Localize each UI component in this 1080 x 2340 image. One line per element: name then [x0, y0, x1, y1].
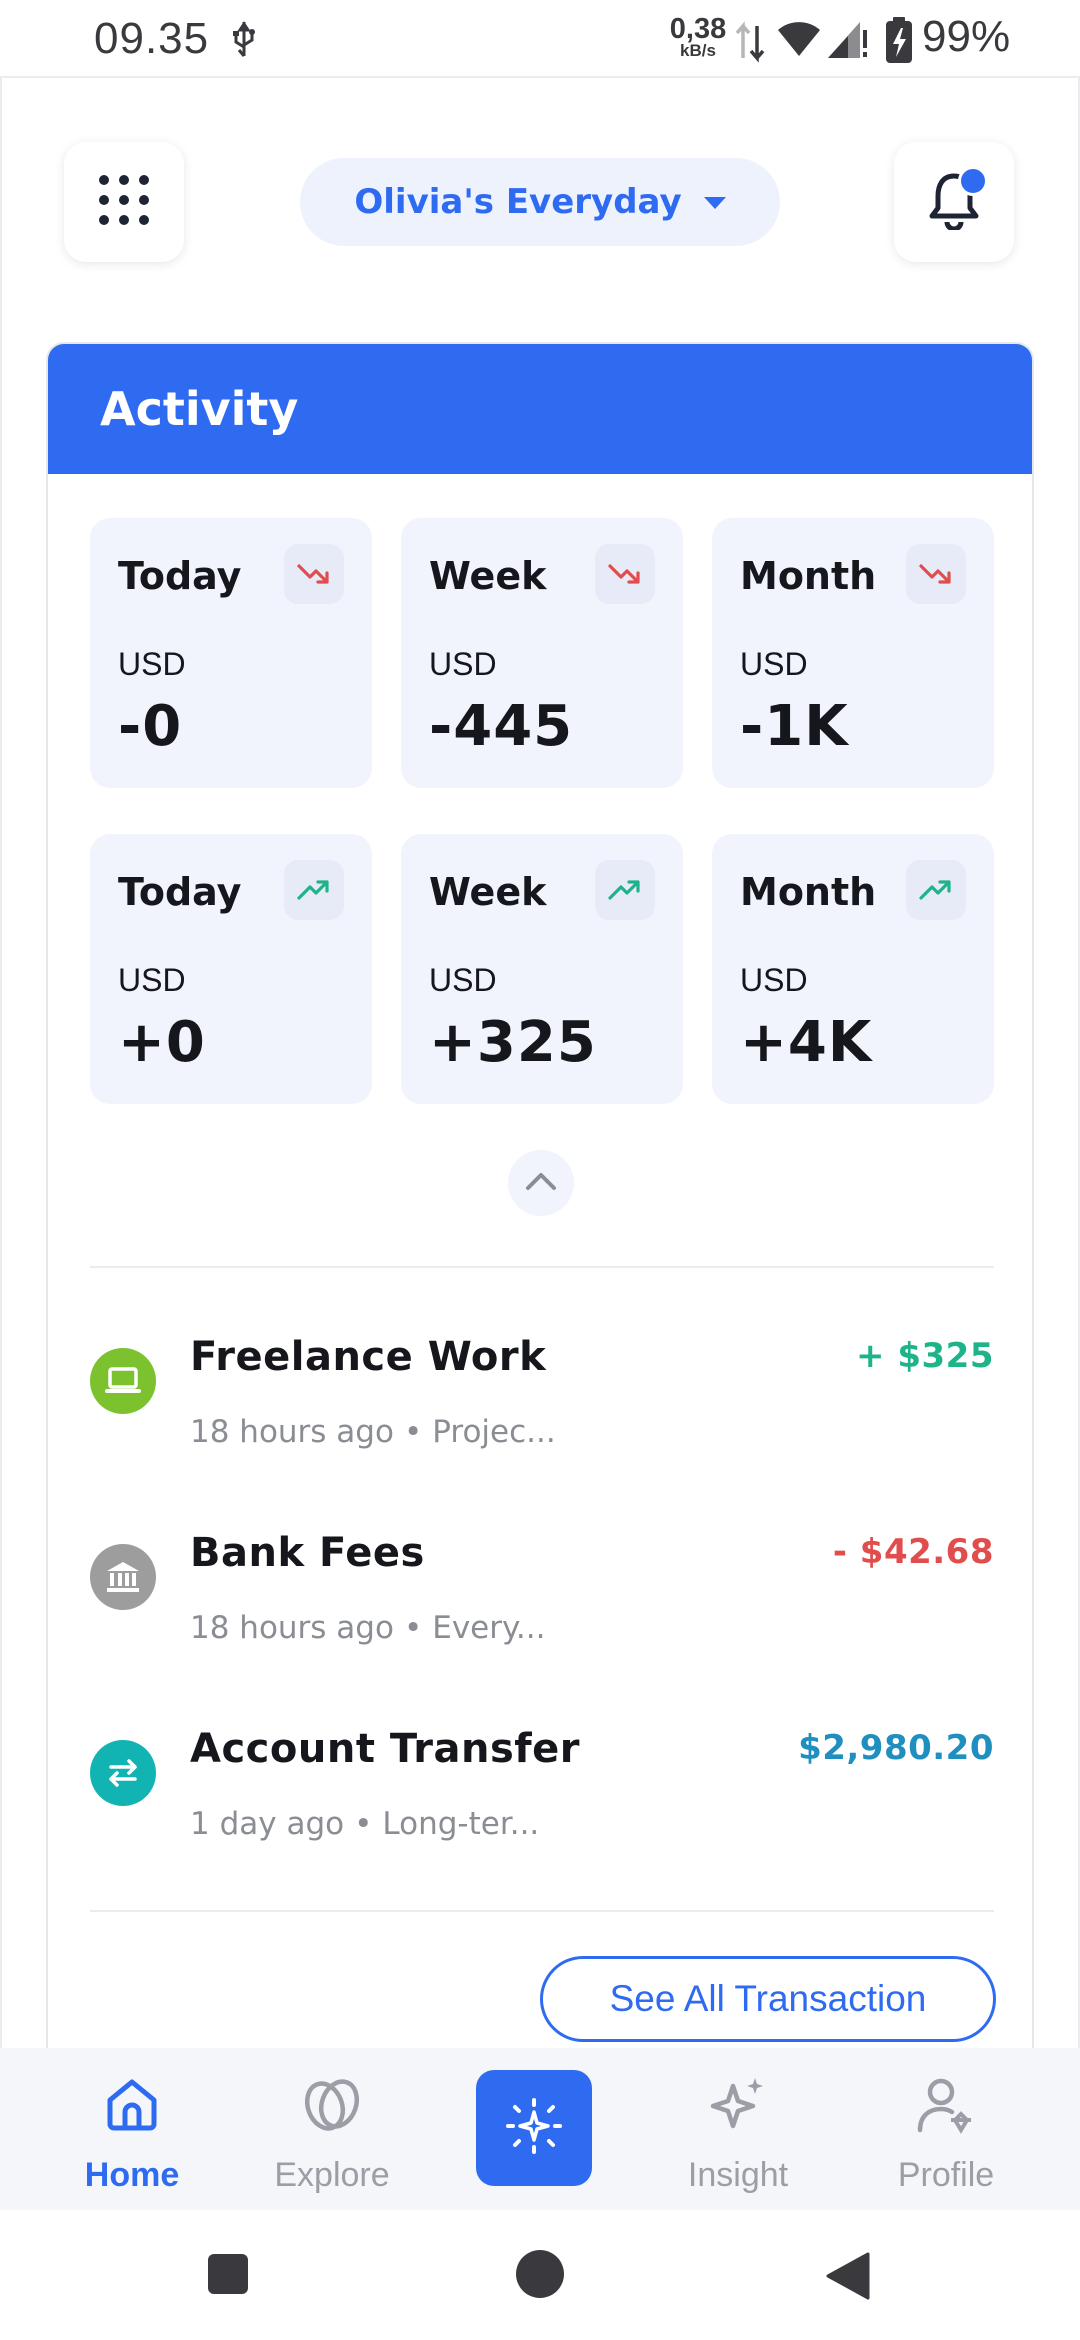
account-name: Olivia's Everyday — [354, 182, 682, 222]
stat-label: Month — [740, 554, 877, 598]
system-nav-bar — [0, 2210, 1080, 2340]
network-speed: 0,38 kB/s — [663, 14, 733, 60]
transaction-time: 1 day ago — [190, 1806, 345, 1842]
nav-label: Profile — [897, 2156, 995, 2194]
data-arrows-icon — [733, 20, 767, 68]
notification-badge — [958, 166, 988, 196]
transaction-item[interactable]: Bank Fees - $42.68 18 hours ago • Every... — [90, 1530, 994, 1690]
divider — [90, 1910, 994, 1912]
stat-week-income[interactable]: Week USD +325 — [401, 834, 683, 1104]
transaction-amount: - $42.68 — [832, 1532, 994, 1572]
nav-profile[interactable]: Profile — [856, 2048, 1036, 2210]
stat-currency: USD — [429, 962, 497, 998]
collapse-stats-button[interactable] — [508, 1150, 574, 1216]
sparkle-burst-icon — [504, 2096, 564, 2160]
explore-icon — [299, 2074, 365, 2138]
net-speed-value: 0,38 — [669, 13, 727, 45]
transaction-time: 18 hours ago — [190, 1610, 394, 1646]
chevron-up-icon — [524, 1170, 558, 1196]
signal-icon — [826, 18, 870, 64]
bottom-nav: Home Explore Insight Profile — [0, 2048, 1080, 2210]
stat-week-expense[interactable]: Week USD -445 — [401, 518, 683, 788]
transaction-item[interactable]: Freelance Work + $325 18 hours ago • Proje… — [90, 1334, 994, 1494]
stat-currency: USD — [118, 962, 186, 998]
transaction-name: Freelance Work — [190, 1334, 547, 1380]
home-system-button[interactable] — [514, 2248, 566, 2304]
stat-label: Today — [118, 554, 242, 598]
stat-currency: USD — [740, 962, 808, 998]
sparkle-icon — [707, 2074, 769, 2140]
stat-month-expense[interactable]: Month USD -1K — [712, 518, 994, 788]
battery-icon — [884, 16, 914, 68]
see-all-transactions-button[interactable]: See All Transaction — [540, 1956, 996, 2042]
back-button[interactable] — [824, 2252, 870, 2304]
divider — [90, 1266, 994, 1268]
nav-label: Insight — [687, 2156, 789, 2194]
status-time: 09.35 — [94, 14, 210, 63]
grid-dots-icon — [97, 173, 151, 231]
transaction-time: 18 hours ago — [190, 1414, 394, 1450]
transaction-category: Every... — [432, 1610, 546, 1646]
nav-insight[interactable]: Insight — [648, 2048, 828, 2210]
trend-down-icon — [595, 544, 655, 604]
stat-value: -0 — [118, 694, 183, 759]
stat-label: Week — [429, 870, 547, 914]
activity-card: Activity Today USD -0 Week USD -445 Mont… — [46, 342, 1034, 2062]
battery-percentage: 99% — [922, 12, 1011, 61]
stat-label: Month — [740, 870, 877, 914]
stat-currency: USD — [740, 646, 808, 682]
transaction-amount: + $325 — [856, 1336, 994, 1376]
stat-label: Week — [429, 554, 547, 598]
stat-value: +4K — [740, 1010, 873, 1075]
transaction-category: Projec... — [432, 1414, 556, 1450]
trend-up-icon — [595, 860, 655, 920]
transaction-name: Bank Fees — [190, 1530, 425, 1576]
home-icon — [102, 2074, 162, 2138]
recents-button[interactable] — [206, 2252, 250, 2300]
bank-icon — [90, 1544, 156, 1610]
profile-icon — [915, 2074, 977, 2140]
nav-center-action[interactable] — [476, 2070, 592, 2186]
transaction-meta: 1 day ago • Long-ter... — [190, 1806, 540, 1842]
activity-title: Activity — [100, 382, 299, 436]
transaction-meta: 18 hours ago • Every... — [190, 1610, 546, 1646]
transaction-meta: 18 hours ago • Projec... — [190, 1414, 556, 1450]
stats-grid: Today USD -0 Week USD -445 Month USD -1K… — [90, 518, 994, 1104]
trend-down-icon — [284, 544, 344, 604]
transaction-category: Long-ter... — [382, 1806, 540, 1842]
stat-today-income[interactable]: Today USD +0 — [90, 834, 372, 1104]
menu-button[interactable] — [64, 142, 184, 262]
nav-label: Explore — [274, 2156, 390, 2194]
trend-down-icon — [906, 544, 966, 604]
nav-explore[interactable]: Explore — [242, 2048, 422, 2210]
caret-down-icon — [703, 197, 726, 209]
trend-up-icon — [906, 860, 966, 920]
stat-currency: USD — [429, 646, 497, 682]
stat-value: +325 — [429, 1010, 597, 1075]
stat-value: -445 — [429, 694, 574, 759]
notifications-button[interactable] — [894, 142, 1014, 262]
stat-currency: USD — [118, 646, 186, 682]
trend-up-icon — [284, 860, 344, 920]
transaction-amount: $2,980.20 — [798, 1728, 994, 1768]
stat-value: -1K — [740, 694, 849, 759]
stat-value: +0 — [118, 1010, 206, 1075]
account-selector[interactable]: Olivia's Everyday — [300, 158, 780, 246]
nav-label: Home — [84, 2156, 180, 2194]
wifi-icon — [776, 18, 822, 62]
activity-header: Activity — [48, 344, 1032, 474]
transaction-name: Account Transfer — [190, 1726, 581, 1772]
status-bar: 09.35 0,38 kB/s 99% — [0, 0, 1080, 78]
usb-icon — [230, 20, 258, 64]
laptop-icon — [90, 1348, 156, 1414]
nav-home[interactable]: Home — [42, 2048, 222, 2210]
transaction-item[interactable]: Account Transfer $2,980.20 1 day ago • Lon… — [90, 1726, 994, 1886]
transfer-icon — [90, 1740, 156, 1806]
stat-today-expense[interactable]: Today USD -0 — [90, 518, 372, 788]
stat-label: Today — [118, 870, 242, 914]
stat-month-income[interactable]: Month USD +4K — [712, 834, 994, 1104]
